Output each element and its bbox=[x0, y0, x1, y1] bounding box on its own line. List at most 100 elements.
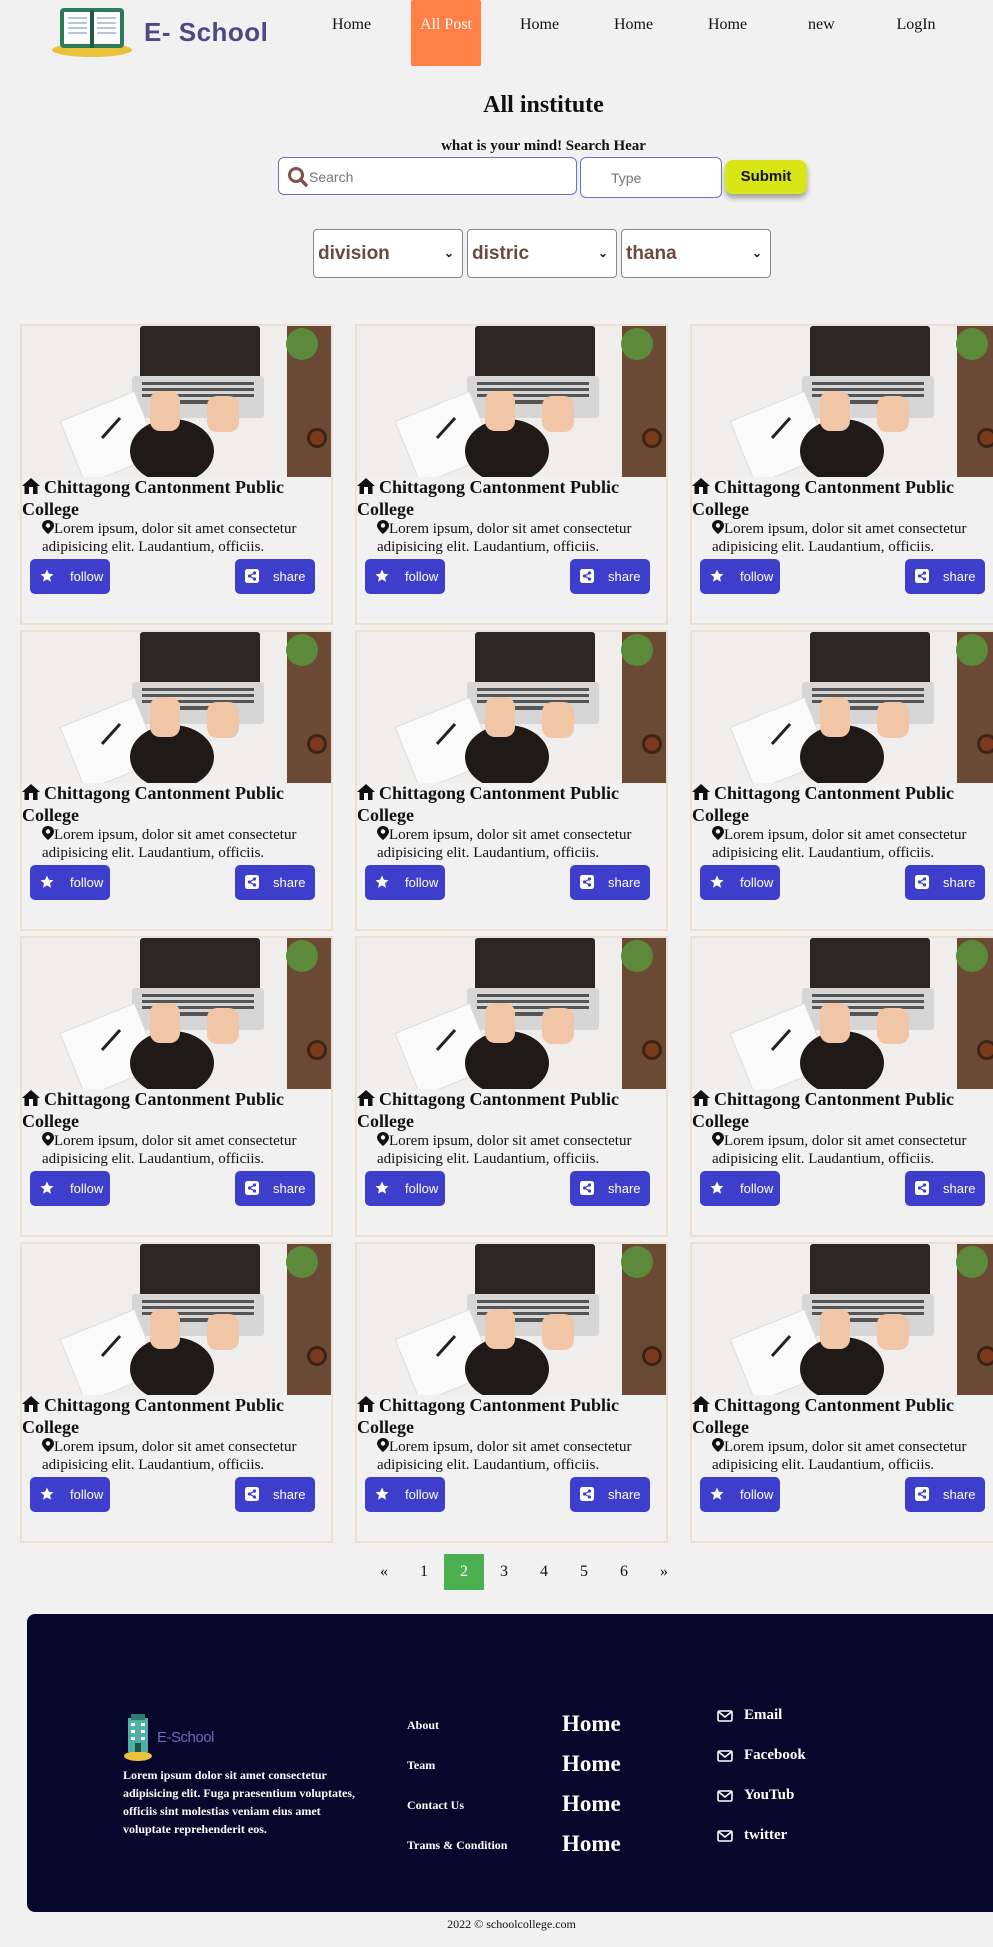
footer-social-twitter[interactable]: twitter bbox=[717, 1827, 787, 1844]
institute-image bbox=[22, 632, 331, 783]
institute-description: Lorem ipsum, dolor sit amet consectetur … bbox=[42, 1439, 297, 1473]
share-label: share bbox=[608, 875, 641, 890]
follow-button[interactable]: follow bbox=[30, 559, 110, 594]
nav-new[interactable]: new bbox=[808, 0, 835, 66]
envelope-icon bbox=[717, 1829, 733, 1842]
search-box bbox=[278, 157, 577, 195]
footer-social-email[interactable]: Email bbox=[717, 1707, 782, 1724]
follow-label: follow bbox=[405, 569, 439, 584]
site-logo[interactable]: E- School bbox=[50, 6, 268, 58]
pagination-page[interactable]: 3 bbox=[484, 1554, 524, 1590]
share-label: share bbox=[273, 875, 306, 890]
share-label: share bbox=[943, 569, 976, 584]
follow-button[interactable]: follow bbox=[700, 559, 780, 594]
nav-home[interactable]: Home bbox=[708, 0, 747, 66]
follow-button[interactable]: follow bbox=[30, 865, 110, 900]
location-pin-icon bbox=[712, 1132, 724, 1146]
footer-home-link[interactable]: Home bbox=[562, 1751, 621, 1777]
follow-button[interactable]: follow bbox=[365, 865, 445, 900]
institute-name: Chittagong Cantonment Public College bbox=[357, 477, 620, 519]
share-button[interactable]: share bbox=[905, 559, 985, 594]
institute-card: Chittagong Cantonment Public College Lor… bbox=[690, 630, 993, 931]
footer-link-contact[interactable]: Contact Us bbox=[407, 1798, 464, 1813]
footer-logo[interactable]: E-School bbox=[123, 1712, 214, 1762]
location-pin-icon bbox=[377, 826, 389, 840]
footer-link-about[interactable]: About bbox=[407, 1718, 439, 1733]
footer-home-link[interactable]: Home bbox=[562, 1711, 621, 1737]
pagination-prev[interactable]: « bbox=[364, 1554, 404, 1590]
follow-button[interactable]: follow bbox=[365, 1477, 445, 1512]
institute-name: Chittagong Cantonment Public College bbox=[692, 1395, 955, 1437]
location-pin-icon bbox=[712, 1438, 724, 1452]
submit-button[interactable]: Submit bbox=[725, 160, 807, 194]
follow-label: follow bbox=[70, 569, 104, 584]
footer-social-youtube[interactable]: YouTub bbox=[717, 1787, 794, 1804]
thana-select[interactable]: thana ⌄ bbox=[621, 229, 771, 278]
footer-link-team[interactable]: Team bbox=[407, 1758, 435, 1773]
share-button[interactable]: share bbox=[235, 559, 315, 594]
star-icon bbox=[40, 875, 54, 888]
envelope-icon bbox=[717, 1749, 733, 1762]
pagination-page[interactable]: 2 bbox=[444, 1554, 484, 1590]
share-icon bbox=[915, 1487, 929, 1501]
follow-label: follow bbox=[405, 1487, 439, 1502]
share-button[interactable]: share bbox=[570, 865, 650, 900]
type-input[interactable] bbox=[581, 158, 721, 197]
share-icon bbox=[245, 1181, 259, 1195]
follow-button[interactable]: follow bbox=[30, 1477, 110, 1512]
follow-button[interactable]: follow bbox=[365, 1171, 445, 1206]
footer-home-link[interactable]: Home bbox=[562, 1831, 621, 1857]
division-select-value: division bbox=[318, 243, 390, 264]
nav-login[interactable]: LogIn bbox=[895, 0, 937, 66]
pagination-page[interactable]: 5 bbox=[564, 1554, 604, 1590]
institute-name: Chittagong Cantonment Public College bbox=[22, 477, 285, 519]
home-icon bbox=[357, 1090, 375, 1106]
institute-image bbox=[22, 1244, 331, 1395]
share-icon bbox=[580, 1487, 594, 1501]
follow-button[interactable]: follow bbox=[700, 865, 780, 900]
search-input[interactable] bbox=[307, 160, 571, 194]
share-button[interactable]: share bbox=[905, 1477, 985, 1512]
follow-button[interactable]: follow bbox=[700, 1171, 780, 1206]
pagination-page[interactable]: 1 bbox=[404, 1554, 444, 1590]
share-button[interactable]: share bbox=[570, 1171, 650, 1206]
follow-label: follow bbox=[740, 569, 774, 584]
share-button[interactable]: share bbox=[905, 865, 985, 900]
follow-button[interactable]: follow bbox=[30, 1171, 110, 1206]
follow-button[interactable]: follow bbox=[365, 559, 445, 594]
home-icon bbox=[357, 784, 375, 800]
social-label: twitter bbox=[744, 1827, 788, 1843]
footer-home-link[interactable]: Home bbox=[562, 1791, 621, 1817]
footer-link-terms[interactable]: Trams & Condition bbox=[407, 1838, 507, 1853]
district-select[interactable]: distric ⌄ bbox=[467, 229, 617, 278]
home-icon bbox=[692, 1396, 710, 1412]
envelope-icon bbox=[717, 1709, 733, 1722]
institute-description: Lorem ipsum, dolor sit amet consectetur … bbox=[712, 1439, 967, 1473]
nav-home[interactable]: Home bbox=[520, 0, 559, 66]
share-button[interactable]: share bbox=[235, 1477, 315, 1512]
nav-all-post[interactable]: All Post bbox=[411, 0, 481, 66]
institute-card: Chittagong Cantonment Public College Lor… bbox=[355, 630, 668, 931]
institute-card: Chittagong Cantonment Public College Lor… bbox=[355, 1242, 668, 1543]
location-pin-icon bbox=[42, 520, 54, 534]
share-button[interactable]: share bbox=[905, 1171, 985, 1206]
nav-home[interactable]: Home bbox=[614, 0, 653, 66]
institute-card: Chittagong Cantonment Public College Lor… bbox=[20, 1242, 333, 1543]
institute-description: Lorem ipsum, dolor sit amet consectetur … bbox=[42, 1133, 297, 1167]
home-icon bbox=[22, 1090, 40, 1106]
share-button[interactable]: share bbox=[570, 1477, 650, 1512]
division-select[interactable]: division ⌄ bbox=[313, 229, 463, 278]
institute-image bbox=[357, 326, 666, 477]
star-icon bbox=[710, 875, 724, 888]
share-button[interactable]: share bbox=[570, 559, 650, 594]
share-label: share bbox=[273, 1181, 306, 1196]
footer-social-facebook[interactable]: Facebook bbox=[717, 1747, 806, 1764]
pagination-next[interactable]: » bbox=[644, 1554, 684, 1590]
follow-button[interactable]: follow bbox=[700, 1477, 780, 1512]
pagination-page[interactable]: 6 bbox=[604, 1554, 644, 1590]
share-button[interactable]: share bbox=[235, 865, 315, 900]
share-button[interactable]: share bbox=[235, 1171, 315, 1206]
nav-home[interactable]: Home bbox=[332, 0, 371, 66]
pagination: «1 2 3 4 5 6» bbox=[364, 1554, 684, 1590]
pagination-page[interactable]: 4 bbox=[524, 1554, 564, 1590]
